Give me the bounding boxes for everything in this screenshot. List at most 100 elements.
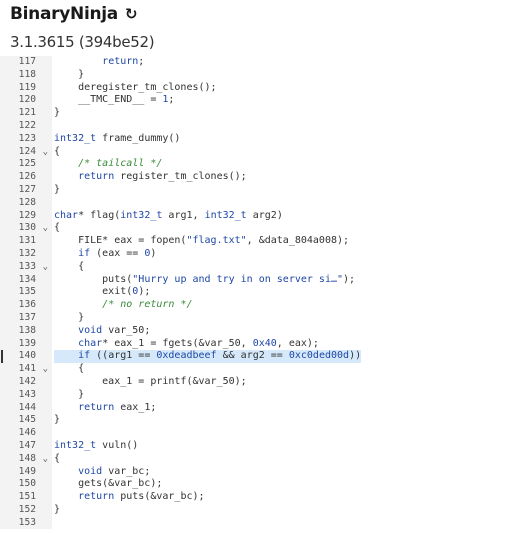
code-line[interactable]: 142 eax_1 = printf(&var_50); (0, 375, 509, 389)
code-line[interactable]: 145} (0, 414, 509, 428)
line-gutter: 135 (0, 286, 52, 300)
code-line[interactable]: 122 (0, 119, 509, 133)
token-kw: return (102, 56, 139, 67)
code-line-highlighted[interactable]: 140 if ((arg1 == 0xdeadbeef && arg2 == 0… (0, 350, 509, 364)
code-line[interactable]: 119 deregister_tm_clones(); (0, 81, 509, 95)
token-kw: if (78, 247, 91, 259)
code-line[interactable]: 152} (0, 503, 509, 517)
code-line[interactable]: 153 (0, 516, 509, 530)
code-line[interactable]: 127} (0, 183, 509, 197)
token: } (54, 68, 85, 80)
token-ty: int32_t (204, 209, 247, 221)
code-line[interactable]: 123 int32_t frame_dummy() (0, 132, 509, 146)
line-gutter: 117 (0, 56, 52, 69)
token: ) (150, 247, 157, 259)
fold-chevron-icon[interactable]: ⌄ (43, 453, 48, 466)
refresh-icon[interactable]: ↻ (125, 6, 138, 22)
code-text: return puts(&var_bc); (54, 491, 204, 504)
code-line[interactable]: 150 gets(&var_bc); (0, 478, 509, 492)
code-line[interactable]: 131 FILE* eax = fopen("flag.txt", &data_… (0, 235, 509, 248)
token-str: "flag.txt" (186, 235, 247, 247)
code-line[interactable]: 126 return register_tm_clones(); (0, 171, 509, 184)
line-number: 149 (18, 465, 36, 477)
token-ty: int32_t (54, 439, 97, 451)
line-number: 134 (18, 273, 36, 285)
code-line[interactable]: 130 ⌄ { (0, 222, 509, 236)
token-num-lit: 0xc0ded00d (288, 350, 350, 362)
code-line[interactable]: 144 return eax_1; (0, 401, 509, 415)
line-gutter: 153 (0, 516, 52, 530)
token: } (54, 311, 85, 323)
code-text: char* flag(int32_t arg1, int32_t arg2) (54, 210, 283, 223)
code-line[interactable]: 134 puts("Hurry up and try in on server … (0, 273, 509, 287)
code-line[interactable]: 147 int32_t vuln() (0, 439, 509, 453)
app-title: BinaryNinja (10, 4, 118, 24)
fold-chevron-icon[interactable]: ⌄ (43, 261, 48, 274)
code-line[interactable]: 151 return puts(&var_bc); (0, 491, 509, 504)
token: } (54, 388, 85, 400)
fold-chevron-icon[interactable]: ⌄ (43, 222, 48, 235)
token: } (54, 503, 61, 515)
code-line[interactable]: 141 ⌄ { (0, 363, 509, 376)
token-ty: int32_t (120, 209, 163, 221)
code-line[interactable]: 143 } (0, 388, 509, 402)
code-line[interactable]: 138 void var_50; (0, 324, 509, 338)
line-gutter: 140 (0, 350, 52, 364)
token-ty: void (78, 324, 103, 336)
code-line[interactable]: 137 } (0, 311, 509, 325)
code-line[interactable]: 132 if (eax == 0) (0, 247, 509, 261)
fold-chevron-icon[interactable]: ⌄ (43, 146, 48, 159)
token: vuln() (96, 439, 139, 451)
code-line[interactable]: 133 ⌄ { (0, 260, 509, 274)
token: , &data_804a008); (246, 235, 350, 247)
token: gets(&var_bc); (54, 478, 163, 490)
code-line[interactable]: 118 } (0, 68, 509, 82)
code-line[interactable]: 128 (0, 196, 509, 210)
code-line[interactable]: 136 /* no return */ (0, 299, 509, 312)
code-line[interactable]: 124 ⌄ { (0, 145, 509, 159)
line-number: 152 (18, 503, 36, 515)
token: } (54, 414, 61, 426)
code-line[interactable]: 149 void var_bc; (0, 465, 509, 479)
code-text: exit(0); (54, 286, 150, 299)
code-line[interactable]: 125 /* tailcall */ (0, 158, 509, 172)
code-line[interactable]: 135 exit(0); (0, 286, 509, 300)
code-view[interactable]: 117 return; 118 } 119 deregister_tm_clones… (0, 56, 509, 530)
line-number: 117 (18, 56, 36, 67)
code-line[interactable]: 139 char* eax_1 = fgets(&var_50, 0x40, e… (0, 337, 509, 351)
line-gutter: 119 (0, 81, 52, 95)
code-line[interactable]: 120 __TMC_END__ = 1; (0, 94, 509, 108)
token-cm: /* tailcall */ (78, 158, 163, 170)
line-number: 122 (18, 119, 36, 131)
code-line[interactable]: 117 return; (0, 56, 509, 69)
token: eax_1; (114, 401, 157, 413)
fold-chevron-icon[interactable]: ⌄ (43, 363, 48, 376)
line-gutter: 151 (0, 491, 52, 504)
token-kw: if (78, 350, 91, 362)
token: ); (138, 286, 151, 298)
code-line[interactable]: 146 (0, 427, 509, 440)
token: } (54, 107, 61, 119)
line-number: 132 (18, 247, 36, 259)
token: { (54, 260, 85, 272)
line-gutter: 131 (0, 235, 52, 248)
line-number: 139 (18, 337, 36, 349)
line-gutter: 137 (0, 311, 52, 325)
line-gutter: 130 ⌄ (0, 222, 52, 236)
line-number: 146 (18, 427, 36, 439)
token: var_50; (102, 324, 151, 336)
code-line[interactable]: 121} (0, 107, 509, 120)
code-line[interactable]: 148 ⌄ { (0, 452, 509, 466)
code-text: int32_t vuln() (54, 440, 138, 453)
code-text: } (54, 312, 84, 325)
line-number: 123 (18, 132, 36, 144)
token: * eax_1 = fgets(&var_50, (102, 337, 253, 349)
code-line[interactable]: 129 char* flag(int32_t arg1, int32_t arg2… (0, 209, 509, 223)
code-text: } (54, 107, 60, 120)
code-text: return register_tm_clones(); (54, 171, 247, 184)
